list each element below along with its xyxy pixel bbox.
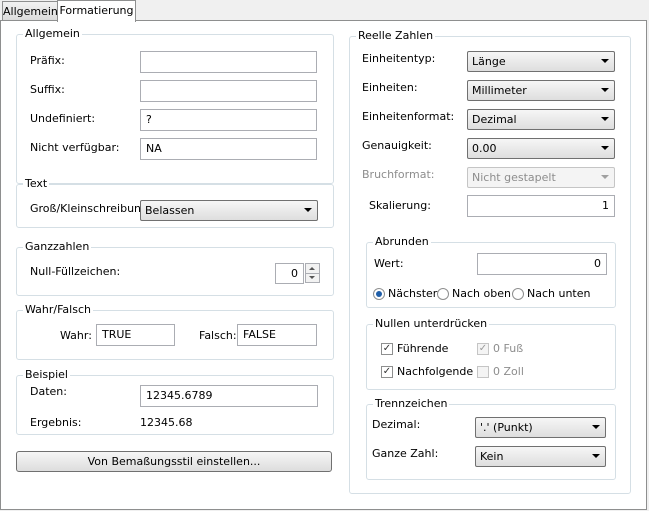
nachfolgende-checkbox[interactable]: ✓ [381, 366, 393, 378]
radio-naechster-label[interactable]: Nächster [388, 286, 437, 302]
arrow-up-icon [309, 267, 315, 270]
wert-input[interactable]: 0 [477, 253, 607, 275]
nachfolgende-label[interactable]: Nachfolgende [397, 364, 473, 380]
tab-formatierung[interactable]: Formatierung [57, 0, 136, 22]
suffix-input[interactable] [140, 80, 317, 102]
ergebnis-label: Ergebnis: [30, 416, 82, 429]
nicht-verfuegbar-label: Nicht verfügbar: [30, 141, 120, 154]
dezimal-value: '.' (Punkt) [480, 421, 533, 434]
tab-allgemein-label: Allgemein [3, 5, 58, 18]
praefix-input[interactable] [140, 51, 317, 73]
fuehrende-checkbox[interactable]: ✓ [381, 343, 393, 355]
group-abrunden-title: Abrunden [373, 235, 431, 249]
dezimal-select[interactable]: '.' (Punkt) [475, 417, 606, 438]
daten-input[interactable]: 12345.6789 [140, 385, 318, 407]
wahr-label: Wahr: [60, 329, 92, 342]
group-wahr-falsch-title: Wahr/Falsch [23, 303, 93, 317]
praefix-label: Präfix: [30, 54, 65, 67]
dezimal-label: Dezimal: [372, 418, 421, 431]
bruchformat-value: Nicht gestapelt [472, 171, 556, 184]
group-nullen-unterdruecken: Nullen unterdrücken ✓ Führende ✓ 0 Fuß ✓… [366, 317, 616, 390]
einheiten-value: Millimeter [472, 84, 527, 97]
einheitenformat-label: Einheitenformat: [362, 110, 455, 123]
ganze-zahl-label: Ganze Zahl: [372, 447, 439, 460]
genauigkeit-label: Genauigkeit: [362, 139, 432, 152]
skalierung-input[interactable]: 1 [467, 195, 615, 217]
zoll-checkbox[interactable] [477, 366, 489, 378]
ganze-zahl-value: Kein [480, 450, 504, 463]
radio-naechster[interactable] [373, 288, 385, 300]
group-text-title: Text [23, 177, 50, 191]
wahr-input[interactable]: TRUE [96, 324, 175, 346]
chevron-down-icon [601, 117, 609, 121]
group-reelle-zahlen-title: Reelle Zahlen [356, 29, 436, 43]
chevron-down-icon [304, 208, 312, 212]
spin-down-button[interactable] [306, 273, 319, 282]
chevron-down-icon [592, 425, 600, 429]
radio-nach-oben-label[interactable]: Nach oben [452, 286, 511, 302]
von-bemassungsstil-button[interactable]: Von Bemaßungsstil einstellen... [16, 451, 332, 472]
group-abrunden: Abrunden Wert: 0 Nächster Nach oben Nach… [366, 235, 616, 308]
group-beispiel-title: Beispiel [23, 368, 70, 382]
group-text: Text Groß/Kleinschreibung: Belassen [16, 177, 334, 228]
einheitenformat-value: Dezimal [472, 113, 517, 126]
group-beispiel: Beispiel Daten: 12345.6789 Ergebnis: 123… [16, 368, 334, 435]
tab-allgemein[interactable]: Allgemein [2, 1, 58, 20]
einheitentyp-select[interactable]: Länge [467, 51, 615, 72]
null-fuellzeichen-input[interactable]: 0 [275, 263, 304, 284]
falsch-label: Falsch: [199, 329, 237, 342]
wert-label: Wert: [374, 257, 404, 270]
daten-label: Daten: [30, 385, 67, 398]
ganze-zahl-select[interactable]: Kein [475, 446, 606, 467]
ergebnis-value: 12345.68 [140, 416, 193, 429]
undefiniert-label: Undefiniert: [30, 112, 96, 125]
gross-klein-select[interactable]: Belassen [140, 200, 318, 221]
falsch-input[interactable]: FALSE [237, 324, 317, 346]
null-fuellzeichen-spinner[interactable] [305, 263, 320, 283]
chevron-down-icon [601, 175, 609, 179]
fuehrende-label[interactable]: Führende [397, 341, 448, 357]
group-trennzeichen-title: Trennzeichen [373, 397, 450, 411]
group-wahr-falsch: Wahr/Falsch Wahr: TRUE Falsch: FALSE [16, 303, 334, 360]
einheitentyp-value: Länge [472, 55, 506, 68]
radio-nach-unten-label[interactable]: Nach unten [527, 286, 590, 302]
tab-panel: Allgemein Präfix: Suffix: Undefiniert: ?… [0, 20, 647, 510]
zoll-label: 0 Zoll [493, 365, 524, 378]
undefiniert-input[interactable]: ? [140, 109, 317, 131]
group-reelle-zahlen: Reelle Zahlen Einheitentyp: Länge Einhei… [349, 29, 631, 494]
gross-klein-value: Belassen [145, 204, 195, 217]
group-allgemein: Allgemein Präfix: Suffix: Undefiniert: ?… [16, 27, 334, 184]
group-allgemein-title: Allgemein [23, 27, 82, 41]
einheiten-label: Einheiten: [362, 81, 418, 94]
einheiten-select[interactable]: Millimeter [467, 80, 615, 101]
radio-nach-unten[interactable] [512, 288, 524, 300]
fuss-checkbox[interactable]: ✓ [477, 343, 489, 355]
bruchformat-label: Bruchformat: [362, 168, 435, 181]
fuss-label: 0 Fuß [493, 342, 524, 355]
null-fuellzeichen-label: Null-Füllzeichen: [30, 265, 121, 278]
suffix-label: Suffix: [30, 83, 65, 96]
chevron-down-icon [592, 454, 600, 458]
chevron-down-icon [601, 146, 609, 150]
group-ganzzahlen: Ganzzahlen Null-Füllzeichen: 0 [16, 240, 334, 296]
nicht-verfuegbar-input[interactable]: NA [140, 138, 317, 160]
einheitentyp-label: Einheitentyp: [362, 52, 436, 65]
bruchformat-select[interactable]: Nicht gestapelt [467, 167, 615, 188]
tab-formatierung-label: Formatierung [59, 4, 134, 17]
genauigkeit-value: 0.00 [472, 142, 497, 155]
chevron-down-icon [601, 88, 609, 92]
group-nullen-title: Nullen unterdrücken [373, 317, 490, 331]
arrow-down-icon [309, 276, 315, 279]
gross-klein-label: Groß/Kleinschreibung: [30, 202, 152, 215]
einheitenformat-select[interactable]: Dezimal [467, 109, 615, 130]
chevron-down-icon [601, 59, 609, 63]
group-trennzeichen: Trennzeichen Dezimal: '.' (Punkt) Ganze … [366, 397, 616, 480]
skalierung-label: Skalierung: [369, 199, 431, 212]
genauigkeit-select[interactable]: 0.00 [467, 138, 615, 159]
group-ganzzahlen-title: Ganzzahlen [23, 240, 92, 254]
radio-nach-oben[interactable] [437, 288, 449, 300]
